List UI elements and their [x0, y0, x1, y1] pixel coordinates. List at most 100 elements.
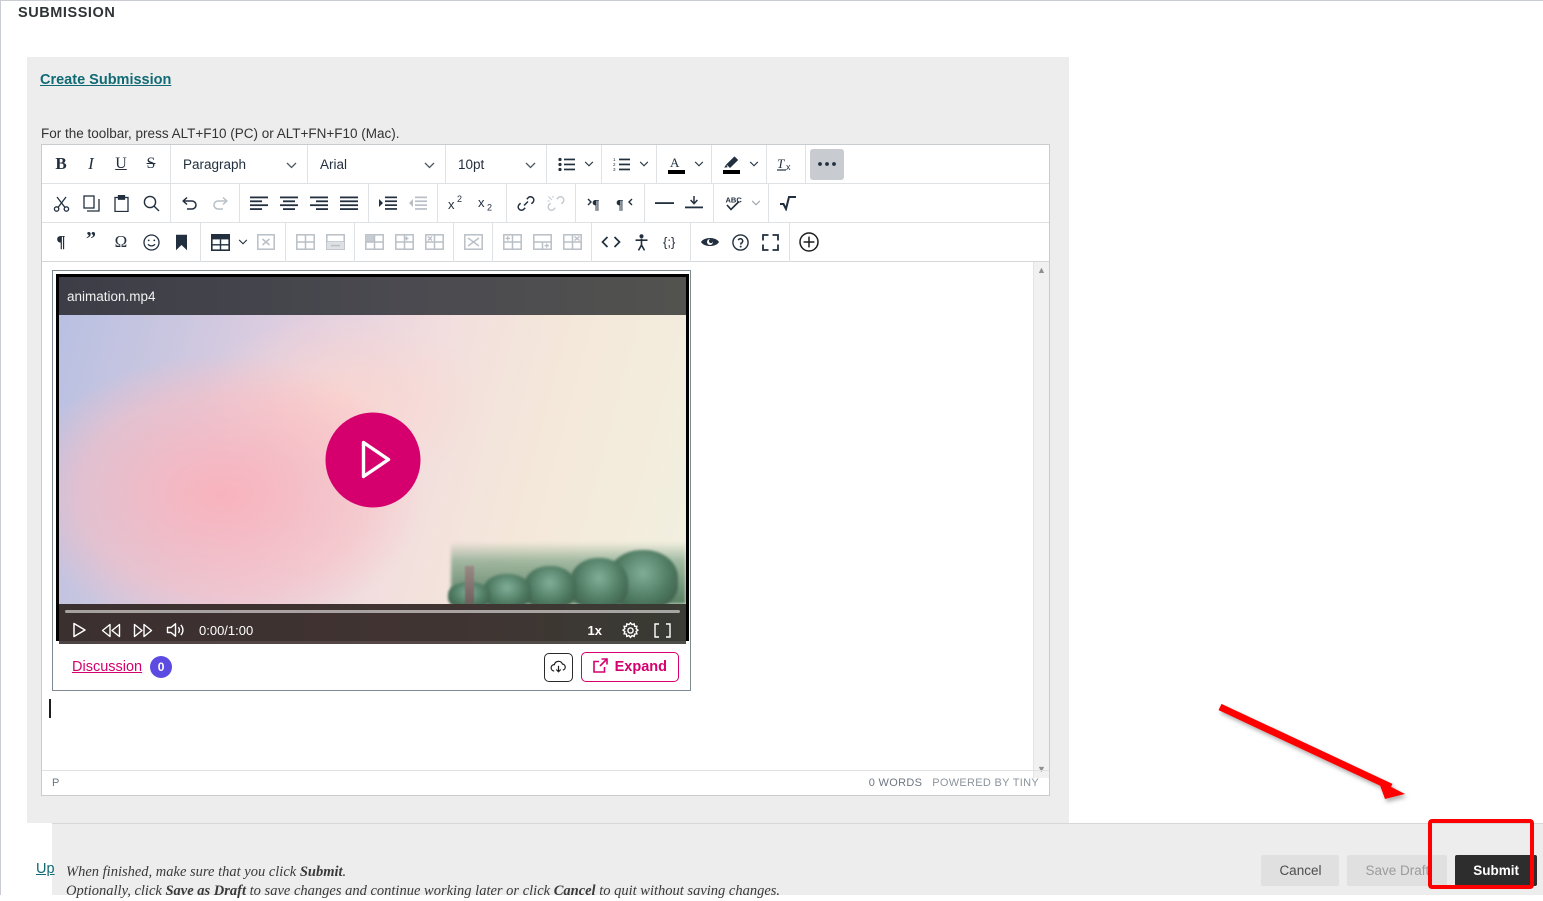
insert-column-after-icon[interactable]: [389, 227, 419, 257]
delete-row-icon[interactable]: [419, 227, 449, 257]
more-options-icon[interactable]: [810, 148, 844, 180]
toolbar-group-table-cols: [355, 222, 454, 262]
template-icon[interactable]: {;}: [656, 227, 686, 257]
help-icon[interactable]: [725, 227, 755, 257]
powered-by-label[interactable]: POWERED BY TINY: [932, 777, 1039, 789]
preview-icon[interactable]: [695, 227, 725, 257]
editor-scrollbar[interactable]: ▲ ▼: [1033, 262, 1049, 778]
insert-row-after-icon[interactable]: [320, 227, 350, 257]
download-cloud-icon[interactable]: [543, 652, 573, 682]
font-family-select[interactable]: Arial: [308, 144, 446, 184]
split-cell-icon[interactable]: [527, 227, 557, 257]
horizontal-rule-icon[interactable]: [649, 188, 679, 218]
volume-icon[interactable]: [161, 617, 189, 643]
upload-link[interactable]: Up: [36, 861, 56, 877]
scroll-up-icon[interactable]: ▲: [1034, 262, 1050, 279]
video-embed-card[interactable]: animation.mp4 0:00/1:00 1x Discussion 0 …: [52, 270, 691, 691]
rich-text-editor[interactable]: B I U S Paragraph Arial 10pt 1 2 3 A T x…: [41, 144, 1050, 796]
strikethrough-icon[interactable]: S: [136, 149, 166, 179]
special-character-icon[interactable]: Ω: [106, 227, 136, 257]
video-player[interactable]: animation.mp4 0:00/1:00 1x: [56, 274, 689, 644]
remove-link-icon[interactable]: [541, 188, 571, 218]
source-code-icon[interactable]: [596, 227, 626, 257]
video-poster[interactable]: [59, 315, 686, 604]
math-icon[interactable]: [773, 188, 803, 218]
copy-icon[interactable]: [76, 188, 106, 218]
ltr-icon[interactable]: ¶: [580, 188, 610, 218]
align-justify-icon[interactable]: [334, 188, 364, 218]
spellcheck-chevron-down-icon[interactable]: [748, 188, 764, 218]
insert-table-icon[interactable]: [205, 227, 235, 257]
expand-button[interactable]: Expand: [580, 652, 679, 682]
play-icon[interactable]: [65, 617, 93, 643]
search-icon[interactable]: [136, 188, 166, 218]
blockquote-icon[interactable]: ”: [76, 227, 106, 257]
discussion-link[interactable]: Discussion: [72, 659, 142, 675]
save-draft-button[interactable]: Save Draft: [1347, 855, 1448, 886]
settings-gear-icon[interactable]: [616, 617, 644, 643]
instructions-cancel-bold: Cancel: [553, 883, 596, 899]
bold-icon[interactable]: B: [46, 149, 76, 179]
page-top-border: [0, 0, 1543, 1]
align-left-icon[interactable]: [244, 188, 274, 218]
bullet-list-icon[interactable]: [551, 149, 581, 179]
svg-text:¶: ¶: [592, 198, 600, 211]
undo-icon[interactable]: [175, 188, 205, 218]
outdent-icon[interactable]: [403, 188, 433, 218]
video-controls[interactable]: 0:00/1:00 1x: [59, 604, 686, 644]
redo-icon[interactable]: [205, 188, 235, 218]
video-progress-bar[interactable]: [65, 610, 680, 613]
bullet-list-chevron-down-icon[interactable]: [581, 149, 597, 179]
font-size-select[interactable]: 10pt: [446, 144, 547, 184]
block-format-select[interactable]: Paragraph: [171, 144, 308, 184]
editor-body[interactable]: animation.mp4 0:00/1:00 1x Discussion 0 …: [42, 262, 1033, 778]
rtl-icon[interactable]: ¶: [610, 188, 640, 218]
anchor-icon[interactable]: [166, 227, 196, 257]
text-color-chevron-down-icon[interactable]: [691, 149, 707, 179]
cut-icon[interactable]: [46, 188, 76, 218]
insert-row-before-icon[interactable]: [290, 227, 320, 257]
element-path[interactable]: P: [52, 777, 60, 789]
svg-text:x: x: [786, 162, 791, 172]
submit-button[interactable]: Submit: [1455, 855, 1537, 886]
clear-formatting-icon[interactable]: T x: [771, 149, 801, 179]
table-cell-props-icon[interactable]: [557, 227, 587, 257]
align-center-icon[interactable]: [274, 188, 304, 218]
delete-table-icon[interactable]: [251, 227, 281, 257]
table-chevron-down-icon[interactable]: [235, 227, 251, 257]
insert-column-before-icon[interactable]: [359, 227, 389, 257]
insert-link-icon[interactable]: [511, 188, 541, 218]
numbered-list-chevron-down-icon[interactable]: [636, 149, 652, 179]
paragraph-mark-icon[interactable]: ¶: [46, 227, 76, 257]
paste-icon[interactable]: [106, 188, 136, 218]
align-right-icon[interactable]: [304, 188, 334, 218]
merge-cells-icon[interactable]: [497, 227, 527, 257]
toolbar-group-link: [507, 183, 576, 223]
fast-forward-icon[interactable]: [129, 617, 157, 643]
text-color-icon[interactable]: A: [661, 149, 691, 179]
instructions-line2-pre: Optionally, click: [66, 883, 166, 899]
page-break-icon[interactable]: [679, 188, 709, 218]
fullscreen-icon[interactable]: [755, 227, 785, 257]
underline-icon[interactable]: U: [106, 149, 136, 179]
rewind-icon[interactable]: [97, 617, 125, 643]
indent-icon[interactable]: [373, 188, 403, 218]
highlight-color-chevron-down-icon[interactable]: [746, 149, 762, 179]
cancel-button[interactable]: Cancel: [1261, 855, 1340, 886]
superscript-icon[interactable]: x 2: [442, 188, 472, 218]
toolbar-group-history: [171, 183, 240, 223]
play-icon[interactable]: [325, 412, 420, 507]
emoticon-icon[interactable]: [136, 227, 166, 257]
spellcheck-icon[interactable]: ABC: [718, 188, 748, 218]
numbered-list-icon[interactable]: 1 2 3: [606, 149, 636, 179]
subscript-icon[interactable]: x 2: [472, 188, 502, 218]
fullscreen-icon[interactable]: [648, 617, 676, 643]
insert-plus-icon[interactable]: [794, 227, 824, 257]
accessibility-icon[interactable]: [626, 227, 656, 257]
delete-column-icon[interactable]: [458, 227, 488, 257]
italic-icon[interactable]: I: [76, 149, 106, 179]
editor-content-area[interactable]: animation.mp4 0:00/1:00 1x Discussion 0 …: [42, 262, 1049, 778]
highlight-color-icon[interactable]: [716, 149, 746, 179]
playback-speed-button[interactable]: 1x: [588, 623, 602, 638]
create-submission-link[interactable]: Create Submission: [40, 72, 171, 88]
